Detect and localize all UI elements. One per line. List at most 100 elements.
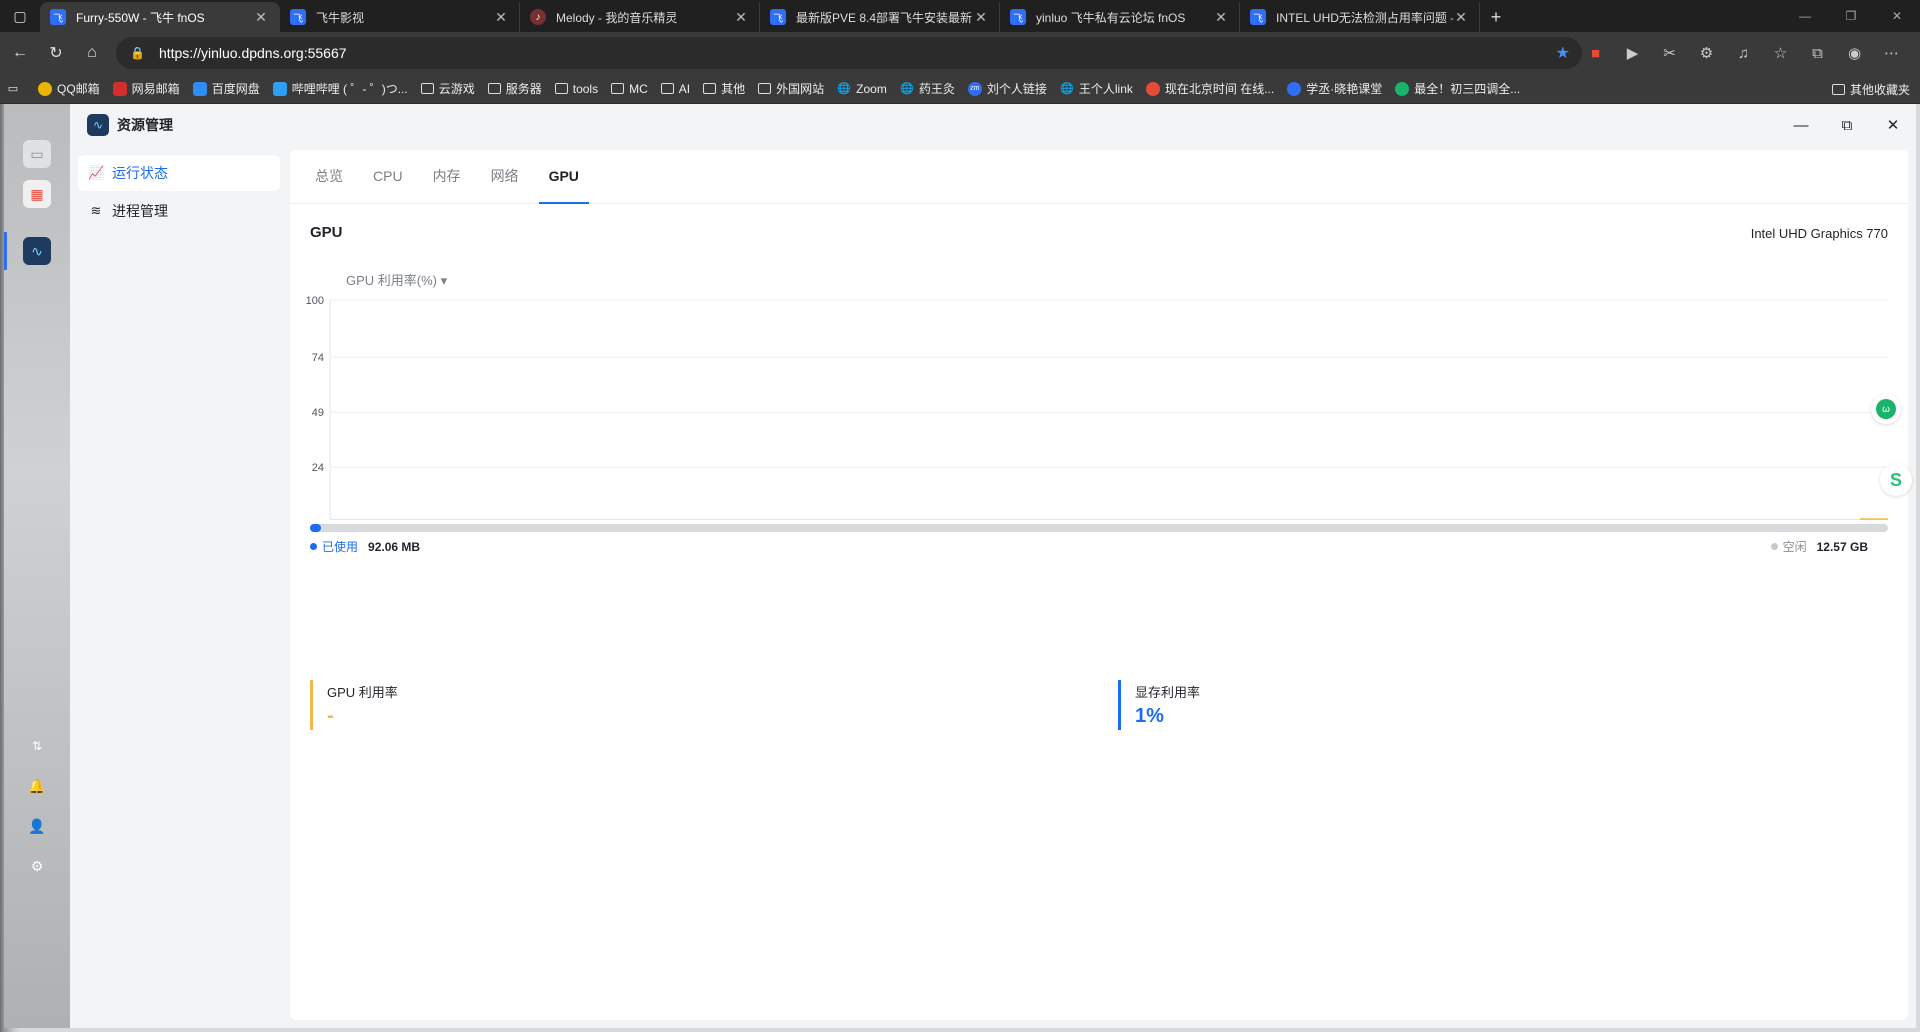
browser-tab[interactable]: 飞 Furry-550W - 飞牛 fnOS ✕	[40, 2, 280, 32]
lock-icon[interactable]: 🔒	[130, 46, 145, 60]
favorites-icon[interactable]: ☆	[1762, 44, 1799, 62]
folder-icon	[554, 83, 568, 94]
profile-avatar-icon[interactable]: ◉	[1836, 44, 1873, 62]
nav-item-process-management[interactable]: ≋ 进程管理	[78, 193, 280, 229]
side-nav: 📈 运行状态 ≋ 进程管理	[78, 155, 280, 231]
more-icon[interactable]: ⋯	[1873, 44, 1910, 62]
close-icon[interactable]: ✕	[1453, 9, 1469, 26]
stat-label: GPU 利用率	[327, 685, 398, 700]
memory-usage-bar	[310, 524, 1888, 532]
favorite-star-icon[interactable]: ★	[1556, 43, 1570, 63]
puzzle-icon[interactable]: ⚙	[1688, 44, 1725, 62]
bookmark-folder[interactable]: 外国网站	[758, 80, 824, 97]
bookmarks-menu-icon[interactable]: ▭	[6, 82, 25, 96]
bookmark-item[interactable]: 百度网盘	[192, 80, 260, 97]
close-icon[interactable]: ✕	[1870, 104, 1916, 146]
tab-overview[interactable]: 总览	[305, 149, 353, 203]
browser-tab[interactable]: 飞 飞牛影视 ✕	[280, 2, 520, 32]
extension-icon[interactable]: ✂	[1651, 44, 1688, 62]
minimize-icon[interactable]: —	[1782, 0, 1828, 32]
browser-tab-title: 飞牛影视	[316, 10, 365, 25]
extensions-bar: ■ ▶ ✂ ⚙ ♫ ☆ ⧉ ◉ ⋯	[1577, 37, 1910, 69]
tab-cpu[interactable]: CPU	[363, 149, 413, 203]
zm-icon: zm	[967, 81, 982, 96]
bookmark-item[interactable]: 🌐 药王灸	[900, 80, 955, 97]
bookmark-folder[interactable]: 云游戏	[420, 80, 475, 97]
close-window-icon[interactable]: ✕	[1874, 0, 1920, 32]
address-bar: ← ↻ ⌂ 🔒 https://yinluo.dpdns.org:55667 ★…	[0, 32, 1920, 74]
chart-line-icon: 📈	[88, 165, 105, 180]
bookmark-folder[interactable]: 服务器	[487, 80, 542, 97]
bookmark-item[interactable]: QQ邮箱	[38, 80, 100, 97]
collections-icon[interactable]: ⧉	[1799, 45, 1836, 62]
window-controls: — ⧉ ✕	[1778, 104, 1916, 146]
maximize-icon[interactable]: ⧉	[1824, 104, 1870, 146]
other-bookmarks-folder[interactable]: 其他收藏夹	[1831, 74, 1910, 104]
back-arrow-icon[interactable]: ←	[2, 37, 38, 69]
dock: ▭ ▦ ∿ ⇅ 🔔 👤 ⚙	[4, 104, 70, 1028]
y-tick-label: 100	[306, 295, 324, 307]
gpu-usage-chart: 100 74 49 24	[306, 295, 1888, 520]
play-icon[interactable]: ▶	[1614, 44, 1651, 62]
bookmark-folder[interactable]: AI	[660, 82, 690, 96]
bookmark-item[interactable]: 最全！初三四调全...	[1395, 80, 1520, 97]
browser-tab[interactable]: ♪ Melody - 我的音乐精灵 ✕	[520, 2, 760, 32]
bookmark-item[interactable]: 🌐 王个人link	[1060, 80, 1133, 97]
y-tick-label: 24	[312, 462, 324, 474]
floating-tool-button[interactable]: S	[1880, 464, 1912, 496]
close-icon[interactable]: ✕	[493, 9, 509, 26]
folder-icon	[758, 83, 772, 94]
bell-icon[interactable]: 🔔	[23, 772, 51, 800]
new-tab-icon[interactable]: +	[1480, 2, 1512, 32]
chat-assistant-button[interactable]: ω	[1871, 394, 1901, 424]
read-aloud-icon[interactable]: ♫	[1725, 45, 1762, 62]
nav-item-label: 运行状态	[112, 165, 168, 181]
user-icon[interactable]: 👤	[23, 812, 51, 840]
bookmark-item[interactable]: 现在北京时间 在线...	[1145, 80, 1274, 97]
fnos-favicon-icon: 飞	[1250, 9, 1266, 25]
refresh-icon[interactable]: ↻	[38, 37, 74, 69]
monitor-icon[interactable]: ▭	[23, 140, 51, 168]
browser-tab[interactable]: 飞 最新版PVE 8.4部署飞牛安装最新... ✕	[760, 2, 1000, 32]
restore-icon[interactable]: ❐	[1828, 0, 1874, 32]
tab-actions-icon[interactable]: ▢	[0, 0, 40, 32]
close-icon[interactable]: ✕	[253, 9, 269, 26]
baidu-pan-icon	[192, 81, 207, 96]
tab-memory[interactable]: 内存	[423, 149, 471, 203]
home-icon[interactable]: ⌂	[74, 37, 110, 69]
transfer-icon[interactable]: ⇅	[23, 732, 51, 760]
browser-tab-title: INTEL UHD无法检测占用率问题 -	[1276, 10, 1453, 25]
bookmark-folder[interactable]: tools	[554, 82, 598, 96]
close-icon[interactable]: ✕	[1213, 9, 1229, 26]
app-center-icon[interactable]: ▦	[23, 180, 51, 208]
folder-icon	[1831, 83, 1845, 95]
bookmark-item[interactable]: 哔哩哔哩 ( ゜- ゜)つ...	[272, 80, 408, 97]
active-app-indicator	[4, 232, 7, 270]
bookmark-folder[interactable]: 其他	[703, 80, 745, 97]
bookmark-item[interactable]: 学丞·晓艳课堂	[1287, 80, 1382, 97]
school-icon	[1287, 81, 1302, 96]
memory-free: 空闲 12.57 GB	[1770, 538, 1868, 555]
bookmark-item[interactable]: zm 刘个人链接	[967, 80, 1047, 97]
nav-item-running-status[interactable]: 📈 运行状态	[78, 155, 280, 191]
browser-tab[interactable]: 飞 yinluo 飞牛私有云论坛 fnOS ✕	[1000, 2, 1240, 32]
minimize-icon[interactable]: —	[1778, 104, 1824, 146]
memory-legend: 已使用 92.06 MB 空闲 12.57 GB	[310, 538, 1888, 562]
bookmark-item[interactable]: 🌐 Zoom	[837, 82, 887, 96]
tab-network[interactable]: 网络	[481, 149, 529, 203]
settings-gear-icon[interactable]: ⚙	[23, 852, 51, 880]
tab-gpu[interactable]: GPU	[538, 149, 590, 204]
bookmarks-bar: ▭ QQ邮箱 网易邮箱 百度网盘 哔哩哔哩 ( ゜- ゜)つ... 云游戏 服务…	[0, 74, 1920, 104]
y-tick-label: 49	[312, 407, 324, 419]
close-icon[interactable]: ✕	[733, 9, 749, 26]
extension-red-icon[interactable]: ■	[1577, 45, 1614, 62]
browser-tab[interactable]: 飞 INTEL UHD无法检测占用率问题 - ✕	[1240, 2, 1480, 32]
gpu-model: Intel UHD Graphics 770	[1750, 226, 1888, 241]
bookmark-item[interactable]: 网易邮箱	[112, 80, 180, 97]
resource-monitor-icon[interactable]: ∿	[23, 237, 51, 265]
browser-tab-title: Furry-550W - 飞牛 fnOS	[76, 10, 205, 25]
close-icon[interactable]: ✕	[973, 9, 989, 26]
bookmark-folder[interactable]: MC	[611, 82, 648, 96]
url-input[interactable]: 🔒 https://yinluo.dpdns.org:55667 ★	[116, 37, 1582, 69]
melody-favicon-icon: ♪	[530, 9, 546, 25]
